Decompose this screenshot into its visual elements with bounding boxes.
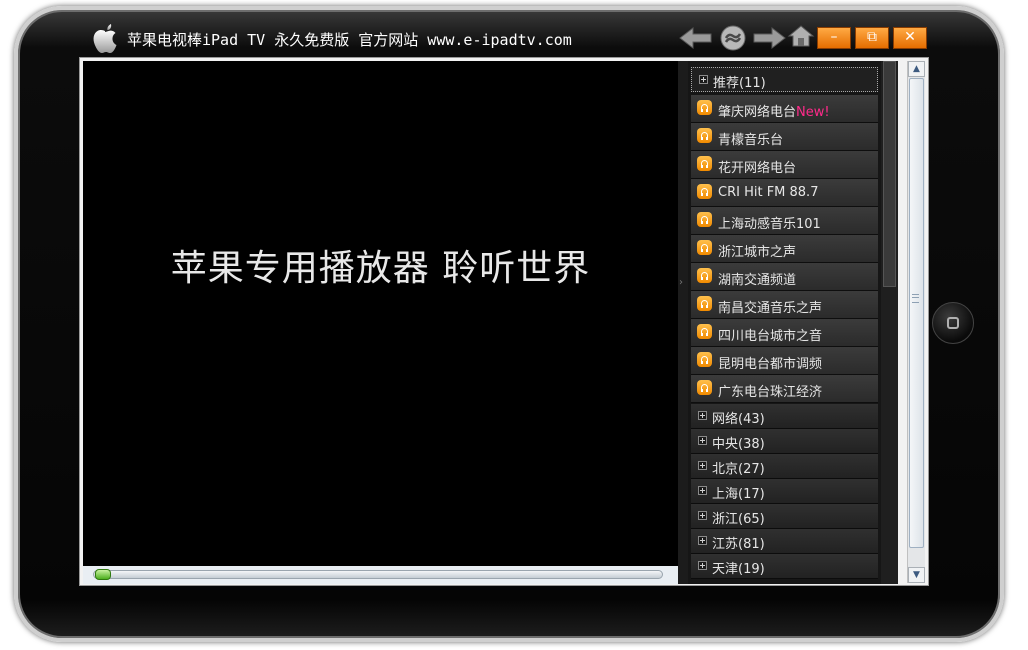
forward-arrow-icon[interactable] <box>751 25 787 51</box>
category-label: 天津(19) <box>712 562 765 577</box>
channel-list: 推荐(11) 肇庆网络电台New! 青檬音乐台花开网络电台 CRI Hit FM 88… <box>688 61 881 584</box>
category-label: 网络(43) <box>712 412 765 427</box>
radio-station-icon <box>697 296 712 311</box>
station-item[interactable]: 肇庆网络电台New! <box>691 95 878 123</box>
home-icon[interactable] <box>787 24 815 48</box>
outer-scroll-thumb[interactable] <box>909 78 924 548</box>
station-name-text: 肇庆网络电台 <box>718 105 797 120</box>
station-name-text: CRI Hit FM 88.7 <box>718 185 819 200</box>
category-label: 推荐(11) <box>713 76 766 91</box>
station-item[interactable]: 湖南交通频道 <box>691 263 878 291</box>
station-name-text: 青檬音乐台 <box>718 133 784 148</box>
station-name: 肇庆网络电台New! <box>718 101 830 120</box>
category-row[interactable]: 天津(19) <box>691 554 878 579</box>
radio-station-icon <box>697 156 712 171</box>
panel-splitter[interactable]: › <box>678 61 688 584</box>
station-name-text: 南昌交通音乐之声 <box>718 301 823 316</box>
video-player[interactable]: 苹果专用播放器 聆听世界 <box>83 61 678 566</box>
new-badge: New! <box>796 105 830 120</box>
category-row[interactable]: 浙江(65) <box>691 504 878 529</box>
collapse-arrow-icon[interactable]: › <box>679 277 683 288</box>
station-item[interactable]: 四川电台城市之音 <box>691 319 878 347</box>
expand-plus-icon[interactable] <box>698 486 707 495</box>
station-name: 南昌交通音乐之声 <box>718 297 822 316</box>
station-item[interactable]: 昆明电台都市调频 <box>691 347 878 375</box>
expand-plus-icon[interactable] <box>698 461 707 470</box>
category-row[interactable]: 江苏(81) <box>691 529 878 554</box>
station-name-text: 四川电台城市之音 <box>718 329 823 344</box>
station-name: 湖南交通频道 <box>718 269 796 288</box>
station-name: 昆明电台都市调频 <box>718 353 822 372</box>
apple-logo-icon <box>93 24 117 53</box>
progress-knob[interactable] <box>95 569 111 580</box>
category-row[interactable]: 推荐(11) <box>691 67 878 92</box>
station-item[interactable]: 花开网络电台 <box>691 151 878 179</box>
station-name-text: 广东电台珠江经济 <box>718 385 823 400</box>
progress-track[interactable] <box>93 570 663 579</box>
radio-station-icon <box>697 268 712 283</box>
category-row[interactable]: 上海(17) <box>691 479 878 504</box>
minimize-button[interactable]: – <box>817 27 851 49</box>
station-item[interactable]: 南昌交通音乐之声 <box>691 291 878 319</box>
station-name: 花开网络电台 <box>718 157 796 176</box>
category-row[interactable]: 中央(38) <box>691 429 878 454</box>
station-name: 广东电台珠江经济 <box>718 381 822 400</box>
category-row[interactable]: 网络(43) <box>691 404 878 429</box>
expand-plus-icon[interactable] <box>698 436 707 445</box>
radio-station-icon <box>697 184 712 199</box>
station-name: CRI Hit FM 88.7 <box>718 185 818 200</box>
scroll-down-icon[interactable]: ▼ <box>908 567 925 583</box>
home-square-icon <box>947 317 959 329</box>
category-label: 浙江(65) <box>712 512 765 527</box>
radio-station-icon <box>697 352 712 367</box>
back-arrow-icon[interactable] <box>678 25 714 51</box>
restore-button[interactable]: ⧉ <box>855 27 889 49</box>
station-item[interactable]: 青檬音乐台 <box>691 123 878 151</box>
category-label: 上海(17) <box>712 487 765 502</box>
station-item[interactable]: 上海动感音乐101 <box>691 207 878 235</box>
radio-station-icon <box>697 324 712 339</box>
station-item[interactable]: 浙江城市之声 <box>691 235 878 263</box>
channel-list-scroll-thumb[interactable] <box>883 61 896 287</box>
station-name: 上海动感音乐101 <box>718 213 821 232</box>
expand-plus-icon[interactable] <box>698 561 707 570</box>
close-button[interactable]: ✕ <box>893 27 927 49</box>
category-label: 中央(38) <box>712 437 765 452</box>
expand-plus-icon[interactable] <box>698 411 707 420</box>
scroll-up-icon[interactable]: ▲ <box>908 61 925 77</box>
category-row[interactable]: 北京(27) <box>691 454 878 479</box>
expand-plus-icon[interactable] <box>699 75 708 84</box>
radio-station-icon <box>697 380 712 395</box>
station-name: 浙江城市之声 <box>718 241 796 260</box>
outer-scrollbar[interactable]: ▲ ▼ <box>907 61 925 583</box>
station-name: 青檬音乐台 <box>718 129 783 148</box>
refresh-icon[interactable] <box>719 24 747 52</box>
channel-list-scrollbar[interactable] <box>881 61 898 584</box>
player-overlay-text: 苹果专用播放器 聆听世界 <box>170 248 591 289</box>
progress-bar-area <box>83 566 678 584</box>
radio-station-icon <box>697 128 712 143</box>
station-name: 四川电台城市之音 <box>718 325 822 344</box>
station-item[interactable]: 广东电台珠江经济 <box>691 375 878 403</box>
category-label: 江苏(81) <box>712 537 765 552</box>
station-name-text: 昆明电台都市调频 <box>718 357 823 372</box>
radio-station-icon <box>697 100 712 115</box>
expand-plus-icon[interactable] <box>698 536 707 545</box>
window-title: 苹果电视棒iPad TV 永久免费版 官方网站 www.e-ipadtv.com <box>127 31 572 49</box>
category-label: 北京(27) <box>712 462 765 477</box>
station-name-text: 上海动感音乐101 <box>718 217 821 232</box>
scroll-grip-icon <box>912 294 919 303</box>
radio-station-icon <box>697 240 712 255</box>
station-name-text: 浙江城市之声 <box>718 245 797 260</box>
station-name-text: 湖南交通频道 <box>718 273 797 288</box>
station-name-text: 花开网络电台 <box>718 161 797 176</box>
radio-station-icon <box>697 212 712 227</box>
expand-plus-icon[interactable] <box>698 511 707 520</box>
station-item[interactable]: CRI Hit FM 88.7 <box>691 179 878 207</box>
home-button[interactable] <box>932 302 974 344</box>
